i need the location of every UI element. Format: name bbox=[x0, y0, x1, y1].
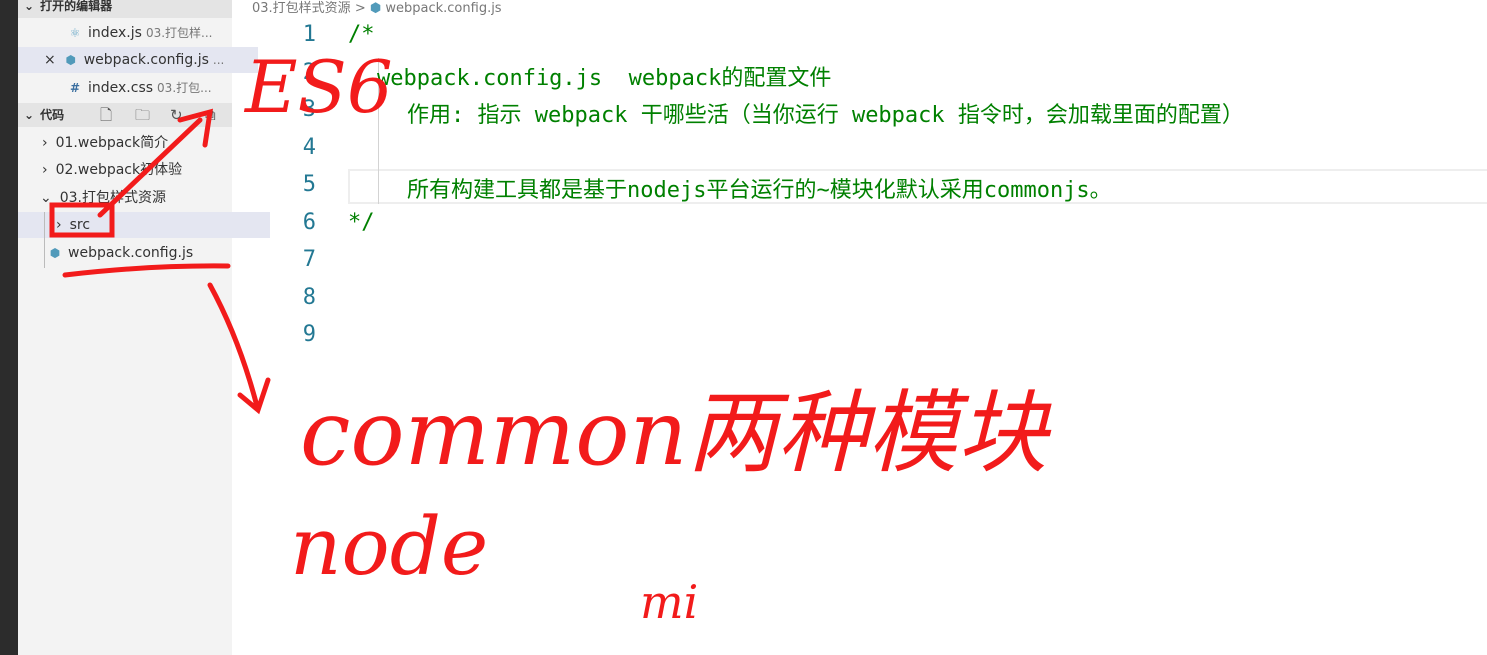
new-file-icon[interactable]: 🗋 bbox=[100, 103, 112, 127]
new-folder-icon[interactable]: 🗀 bbox=[135, 103, 150, 127]
indent-guide bbox=[44, 212, 45, 268]
open-editor-item[interactable]: ⚛ index.js 03.打包样... bbox=[18, 20, 282, 46]
line-number: 1 bbox=[302, 22, 316, 47]
open-editor-item[interactable]: # index.css 03.打包... bbox=[18, 75, 282, 101]
activity-bar bbox=[0, 0, 18, 655]
breadcrumb: 03.打包样式资源 > ⬢ webpack.config.js bbox=[252, 0, 502, 16]
tree-item-file[interactable]: ⬢ webpack.config.js bbox=[18, 240, 262, 266]
sidebar: ⌄ 打开的编辑器 ⚛ index.js 03.打包样... × ⬢ webpack.con… bbox=[18, 0, 270, 655]
folder-name: 01.webpack简介 bbox=[55, 135, 169, 151]
annotation-common: common两种模块 bbox=[300, 381, 1048, 486]
file-path: 03.打包... bbox=[157, 81, 212, 95]
file-name: webpack.config.js bbox=[68, 245, 194, 261]
code-line: 作用: 指示 webpack 干哪些活（当你运行 webpack 指令时，会加载… bbox=[407, 103, 1244, 128]
react-icon: ⚛ bbox=[69, 26, 81, 40]
file-name: index.css bbox=[88, 80, 154, 96]
file-name: webpack.config.js bbox=[83, 52, 209, 68]
refresh-icon[interactable]: ↻ bbox=[170, 103, 183, 127]
chevron-right-icon: › bbox=[42, 162, 48, 178]
section-title: 打开的编辑器 bbox=[40, 0, 113, 13]
code-line: 所有构建工具都是基于nodejs平台运行的~模块化默认采用commonjs。 bbox=[407, 178, 1112, 203]
line-number: 8 bbox=[302, 284, 316, 310]
hash-icon: # bbox=[69, 81, 81, 95]
webpack-icon: ⬢ bbox=[369, 1, 382, 16]
folder-name: 03.打包样式资源 bbox=[59, 190, 166, 206]
webpack-icon: ⬢ bbox=[65, 53, 76, 67]
tree-item-folder-open[interactable]: ⌄ 03.打包样式资源 bbox=[18, 185, 254, 211]
breadcrumb-folder[interactable]: 03.打包样式资源 bbox=[252, 1, 351, 16]
breadcrumb-separator: > bbox=[354, 1, 366, 16]
code-line: /* bbox=[348, 22, 375, 47]
line-number: 6 bbox=[302, 209, 316, 235]
chevron-right-icon: › bbox=[56, 217, 62, 233]
code-line: */ bbox=[348, 209, 375, 235]
file-path: ... bbox=[212, 53, 225, 67]
open-editors-header[interactable]: ⌄ 打开的编辑器 bbox=[18, 0, 232, 18]
close-icon[interactable]: × bbox=[44, 52, 56, 68]
section-title: 代码 bbox=[40, 108, 65, 122]
chevron-down-icon: ⌄ bbox=[40, 190, 52, 206]
explorer-header[interactable]: ⌄ 代码 🗋 🗀 ↻ ⧉ bbox=[18, 103, 232, 127]
tree-item-folder[interactable]: › 02.webpack初体验 bbox=[18, 157, 256, 183]
breadcrumb-file[interactable]: webpack.config.js bbox=[385, 1, 501, 16]
chevron-right-icon: › bbox=[42, 135, 48, 151]
annotation-mi: mi bbox=[640, 575, 699, 629]
tree-item-folder[interactable]: › 01.webpack简介 bbox=[18, 130, 256, 156]
line-number: 4 bbox=[302, 134, 316, 160]
file-path: 03.打包样... bbox=[145, 26, 213, 40]
webpack-icon: ⬢ bbox=[49, 246, 61, 260]
annotation-es6: ES6 bbox=[245, 45, 393, 129]
line-number: 9 bbox=[302, 322, 316, 347]
file-name: index.js bbox=[88, 25, 142, 41]
annotation-node: node bbox=[290, 500, 489, 593]
collapse-all-icon[interactable]: ⧉ bbox=[205, 103, 216, 127]
folder-name: src bbox=[69, 217, 91, 233]
code-line: webpack.config.js webpack的配置文件 bbox=[377, 65, 832, 91]
folder-name: 02.webpack初体验 bbox=[55, 162, 183, 178]
line-number: 7 bbox=[302, 247, 316, 272]
line-number: 5 bbox=[302, 172, 316, 197]
open-editor-item-active[interactable]: × ⬢ webpack.config.js... bbox=[18, 47, 258, 73]
tree-item-folder[interactable]: › src bbox=[18, 212, 270, 238]
